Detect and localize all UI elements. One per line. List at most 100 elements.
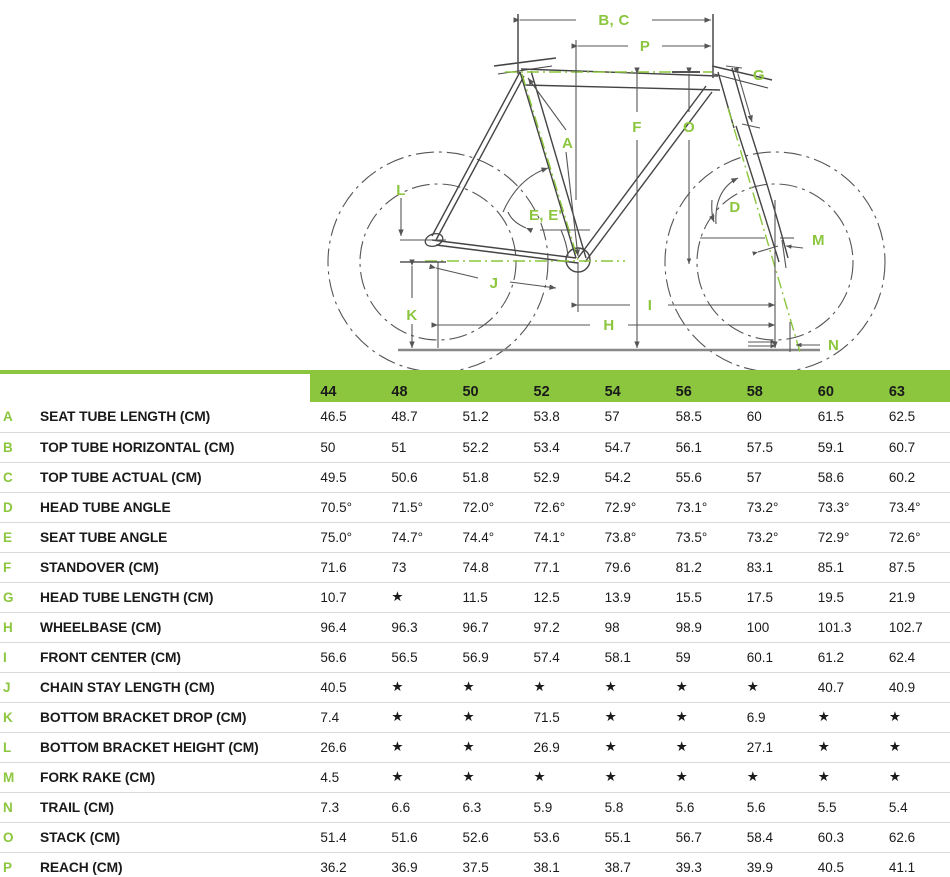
size-header-44[interactable]: 44 (310, 374, 382, 402)
cell-value: 51.4 (310, 822, 382, 853)
cell-value: 96.4 (310, 612, 382, 643)
cell-value: 37.5 (452, 852, 524, 877)
dim-a (527, 77, 580, 257)
cell-value: 72.9° (807, 522, 879, 553)
dim-m (752, 237, 804, 269)
head-tube-right (731, 67, 749, 125)
dimension-label-p: P (640, 38, 650, 55)
cell-value: 72.9° (594, 492, 666, 523)
geometry-chart-page: B, C P G A F O L E, E' D M K J I H N 44 … (0, 0, 950, 877)
cell-value: 26.6 (310, 732, 382, 763)
size-header-58[interactable]: 58 (736, 374, 808, 402)
cell-value: ★ (381, 702, 453, 733)
cell-value: ★ (452, 762, 524, 793)
table-row: N TRAIL (CM) 7.3 6.6 6.3 5.9 5.8 5.6 5.6 5.5 5.4 (0, 792, 950, 823)
cell-value: 60.3 (807, 822, 879, 853)
cell-value: 71.5 (523, 702, 595, 733)
cell-value: ★ (665, 672, 737, 703)
cell-value: 57 (594, 402, 666, 433)
cell-value: 50.6 (381, 462, 453, 493)
cell-value: 71.6 (310, 552, 382, 583)
cell-value: ★ (452, 732, 524, 763)
dim-l (398, 198, 446, 263)
cell-value: 102.7 (878, 612, 950, 643)
size-header-50[interactable]: 50 (452, 374, 524, 402)
row-label: TRAIL (CM) (20, 792, 311, 823)
cell-value: 73.2° (736, 522, 808, 553)
cell-value: 98.9 (665, 612, 737, 643)
cell-value: 57 (736, 462, 808, 493)
size-header-52[interactable]: 52 (523, 374, 595, 402)
cell-value: ★ (665, 762, 737, 793)
cell-value: 74.1° (523, 522, 595, 553)
cell-value: 85.1 (807, 552, 879, 583)
table-head: 44 48 50 52 54 56 58 60 63 (0, 370, 950, 402)
cell-value: 6.3 (452, 792, 524, 823)
cell-value: 73.4° (878, 492, 950, 523)
cell-value: 4.5 (310, 762, 382, 793)
row-letter: N (0, 792, 21, 823)
size-header-56[interactable]: 56 (665, 374, 737, 402)
cell-value: ★ (381, 582, 453, 613)
bicycle-geometry-diagram: B, C P G A F O L E, E' D M K J I H N (0, 0, 950, 370)
table-row: A SEAT TUBE LENGTH (CM) 46.5 48.7 51.2 53.8 57… (0, 402, 950, 433)
row-letter: O (0, 822, 21, 853)
cell-value: 6.9 (736, 702, 808, 733)
down-tube-upper (577, 85, 707, 259)
dimension-label-bc: B, C (598, 12, 629, 29)
cell-value: ★ (594, 762, 666, 793)
cell-value: 73.5° (665, 522, 737, 553)
row-label: REACH (CM) (20, 852, 311, 877)
cell-value: 5.4 (878, 792, 950, 823)
row-letter: I (0, 642, 21, 673)
cell-value: 58.4 (736, 822, 808, 853)
dimension-label-f: F (632, 119, 641, 136)
cell-value: 50 (310, 432, 382, 463)
cell-value: ★ (523, 762, 595, 793)
row-label: SEAT TUBE LENGTH (CM) (20, 402, 311, 433)
table-body: A SEAT TUBE LENGTH (CM) 46.5 48.7 51.2 53.8 57… (0, 402, 950, 877)
size-header-63[interactable]: 63 (878, 374, 950, 402)
cell-value: 53.4 (523, 432, 595, 463)
cell-value: ★ (665, 732, 737, 763)
size-header-54[interactable]: 54 (594, 374, 666, 402)
dimension-label-o: O (683, 119, 695, 136)
size-header-48[interactable]: 48 (381, 374, 453, 402)
cell-value: 96.3 (381, 612, 453, 643)
row-label: HEAD TUBE LENGTH (CM) (20, 582, 311, 613)
dim-n (748, 322, 820, 352)
cell-value: 51.2 (452, 402, 524, 433)
cell-value: 79.6 (594, 552, 666, 583)
cell-value: ★ (452, 672, 524, 703)
dimension-label-a: A (562, 135, 573, 152)
table-row: P REACH (CM) 36.2 36.9 37.5 38.1 38.7 39.3 39.9 4… (0, 852, 950, 877)
cell-value: 11.5 (452, 582, 524, 613)
cell-value: ★ (878, 702, 950, 733)
cell-value: 57.5 (736, 432, 808, 463)
row-letter: L (0, 732, 21, 763)
cell-value: 62.5 (878, 402, 950, 433)
cell-value: 83.1 (736, 552, 808, 583)
dimension-label-g: G (753, 67, 765, 84)
table-row: G HEAD TUBE LENGTH (CM) 10.7 ★ 11.5 12.5 13.9 1… (0, 582, 950, 613)
cell-value: 60.1 (736, 642, 808, 673)
cell-value: 62.6 (878, 822, 950, 853)
cell-value: 101.3 (807, 612, 879, 643)
cell-value: 73.1° (665, 492, 737, 523)
cell-value: 38.1 (523, 852, 595, 877)
cell-value: ★ (594, 732, 666, 763)
cell-value: 38.7 (594, 852, 666, 877)
cell-value: 75.0° (310, 522, 382, 553)
cell-value: 72.6° (523, 492, 595, 523)
table-row: F STANDOVER (CM) 71.6 73 74.8 77.1 79.6 81.2 83.… (0, 552, 950, 583)
size-header-60[interactable]: 60 (807, 374, 879, 402)
cell-value: ★ (594, 702, 666, 733)
cell-value: ★ (523, 672, 595, 703)
cell-value: 58.6 (807, 462, 879, 493)
cell-value: 97.2 (523, 612, 595, 643)
saddle-top (493, 57, 557, 67)
cell-value: 56.7 (665, 822, 737, 853)
row-label: FORK RAKE (CM) (20, 762, 311, 793)
row-label: SEAT TUBE ANGLE (20, 522, 311, 553)
row-letter: C (0, 462, 21, 493)
